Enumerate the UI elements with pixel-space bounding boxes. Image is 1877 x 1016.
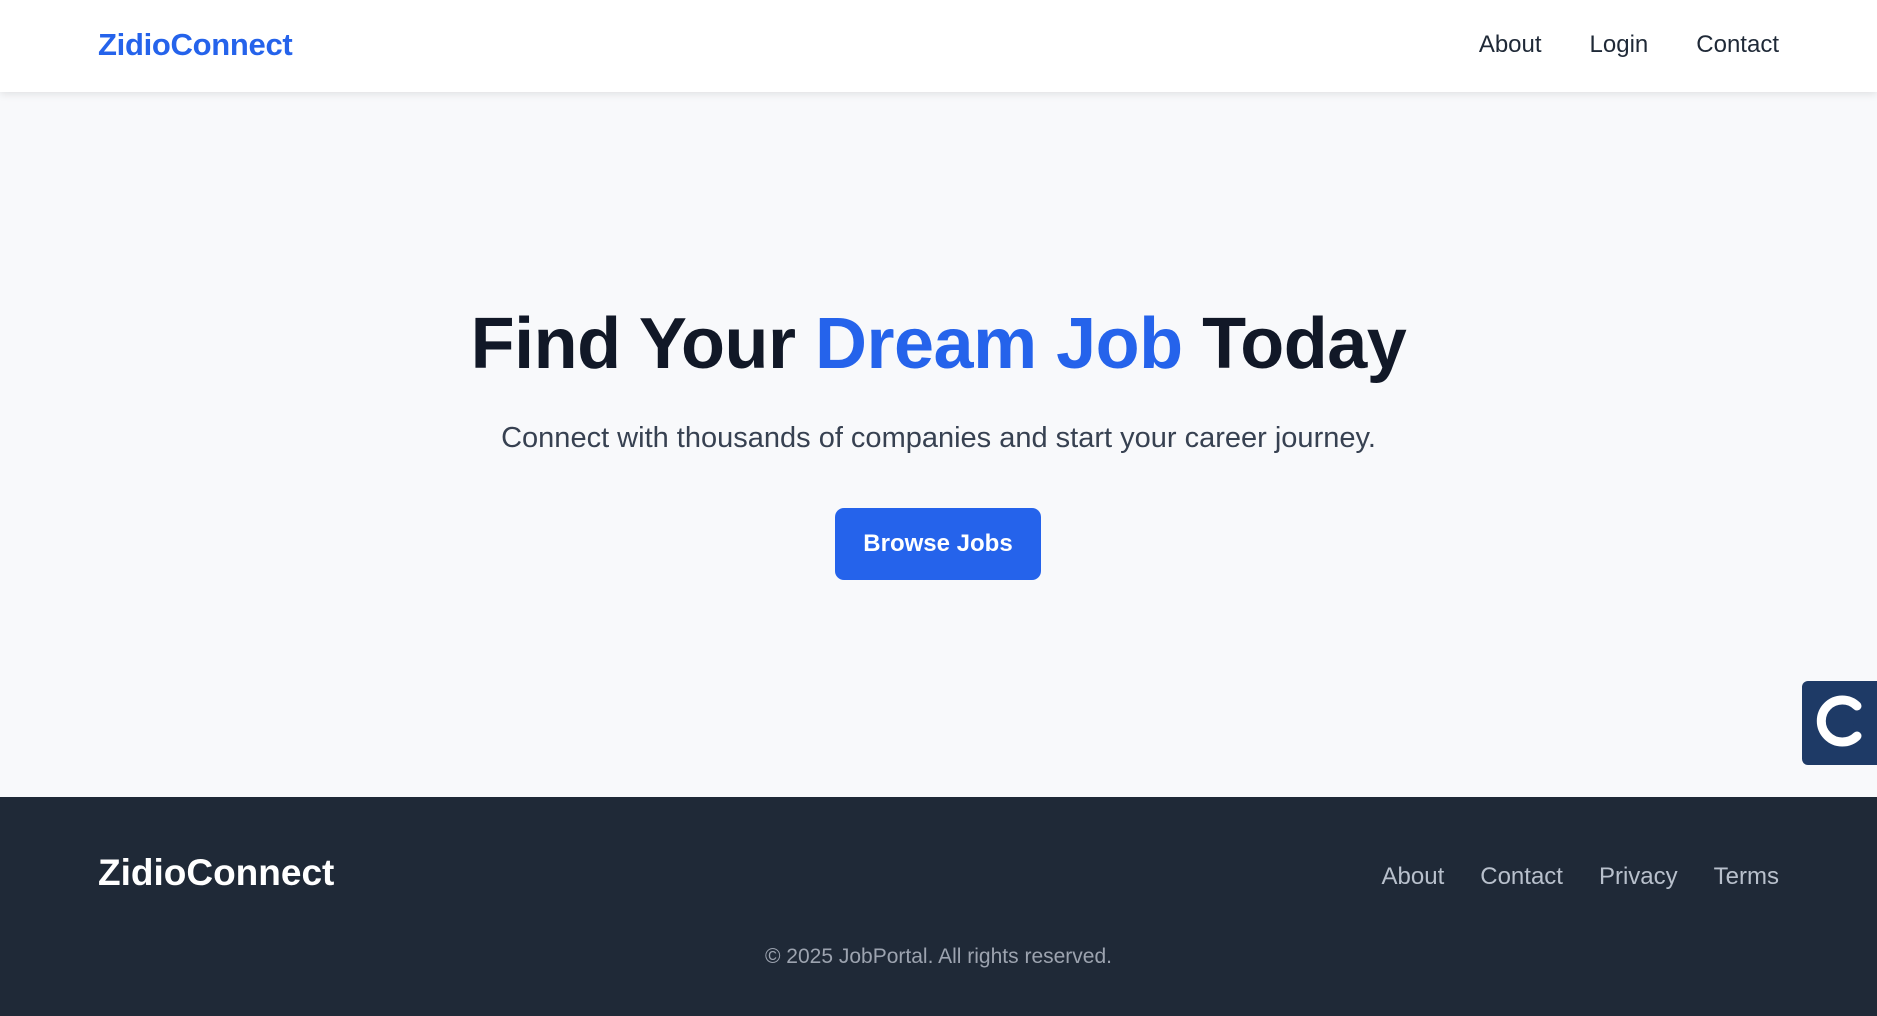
nav-link-about[interactable]: About xyxy=(1479,31,1542,59)
footer-nav: About Contact Privacy Terms xyxy=(1382,863,1779,891)
hero-title-end: Today xyxy=(1182,304,1407,384)
footer-link-contact[interactable]: Contact xyxy=(1480,863,1563,891)
browse-jobs-button[interactable]: Browse Jobs xyxy=(835,508,1041,580)
hero-section: Find Your Dream Job Today Connect with t… xyxy=(0,92,1877,797)
footer-link-terms[interactable]: Terms xyxy=(1714,863,1779,891)
site-footer: ZidioConnect About Contact Privacy Terms… xyxy=(0,797,1877,1016)
hero-subtitle: Connect with thousands of companies and … xyxy=(501,422,1376,454)
c-logo-icon xyxy=(1815,695,1865,752)
hero-title-start: Find Your xyxy=(470,304,815,384)
brand-logo-link[interactable]: ZidioConnect xyxy=(98,27,293,63)
footer-link-about[interactable]: About xyxy=(1382,863,1445,891)
footer-brand: ZidioConnect xyxy=(98,852,335,893)
floating-chat-widget[interactable] xyxy=(1802,681,1877,765)
hero-title: Find Your Dream Job Today xyxy=(0,308,1877,380)
copyright-text: © 2025 JobPortal. All rights reserved. xyxy=(765,945,1112,968)
main-nav: About Login Contact xyxy=(1479,31,1779,59)
hero-title-accent: Dream Job xyxy=(814,304,1183,384)
page: ZidioConnect About Login Contact Find Yo… xyxy=(0,0,1877,1016)
nav-link-login[interactable]: Login xyxy=(1590,31,1649,59)
footer-link-privacy[interactable]: Privacy xyxy=(1599,863,1678,891)
nav-link-contact[interactable]: Contact xyxy=(1696,31,1779,59)
top-navbar: ZidioConnect About Login Contact xyxy=(0,0,1877,92)
